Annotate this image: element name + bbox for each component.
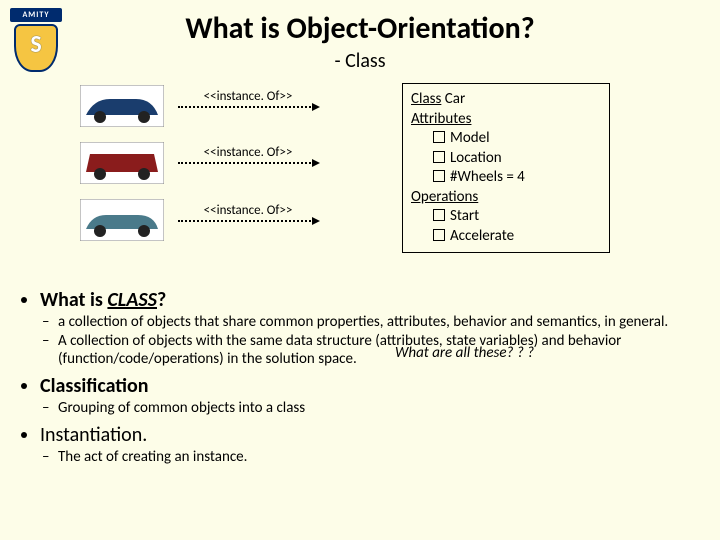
bullet-class: What is CLASS? a collection of objects t… <box>40 288 696 368</box>
bullet-classification: Classification Grouping of common object… <box>40 374 696 417</box>
instanceof-label: <<instance. Of>> <box>178 203 318 218</box>
car-images <box>80 85 170 256</box>
car-icon <box>80 199 164 241</box>
page-title: What is Object-Orientation? <box>0 0 720 47</box>
bullet-list: What is CLASS? a collection of objects t… <box>0 278 720 466</box>
what-are-all-these: What are all these? ? ? <box>395 344 534 362</box>
class-definition-box: Class Car Attributes Model Location #Whe… <box>402 83 610 253</box>
bullet-class-def1: a collection of objects that share commo… <box>58 314 696 331</box>
logo-banner: AMITY <box>10 8 62 22</box>
instanceof-label: <<instance. Of>> <box>178 145 318 160</box>
classbox-class-label: Class <box>411 90 441 108</box>
bullet-instantiation-def: The act of creating an instance. <box>58 449 696 466</box>
amity-logo: AMITY S <box>10 8 62 70</box>
bullet-instantiation: Instantiation. The act of creating an in… <box>40 423 696 466</box>
logo-shield: S <box>14 24 58 72</box>
classbox-class-value: Car <box>445 90 465 108</box>
classbox-attr: Location <box>411 149 601 169</box>
instanceof-arrow: <<instance. Of>> <box>178 203 318 222</box>
classbox-op: Start <box>411 207 601 227</box>
classbox-attr: #Wheels = 4 <box>411 168 601 188</box>
car-icon <box>80 85 164 127</box>
car-icon <box>80 142 164 184</box>
classbox-attr: Model <box>411 129 601 149</box>
class-diagram: <<instance. Of>> <<instance. Of>> <<inst… <box>80 83 640 263</box>
bullet-class-def2: A collection of objects with the same da… <box>58 333 696 368</box>
instanceof-label: <<instance. Of>> <box>178 89 318 104</box>
instanceof-arrow: <<instance. Of>> <box>178 89 318 108</box>
instanceof-arrow: <<instance. Of>> <box>178 145 318 164</box>
classbox-ops-label: Operations <box>411 188 601 208</box>
page-subtitle: - Class <box>0 49 720 73</box>
classbox-attrs-label: Attributes <box>411 110 601 130</box>
classbox-op: Accelerate <box>411 227 601 247</box>
bullet-classification-def: Grouping of common objects into a class <box>58 400 696 417</box>
